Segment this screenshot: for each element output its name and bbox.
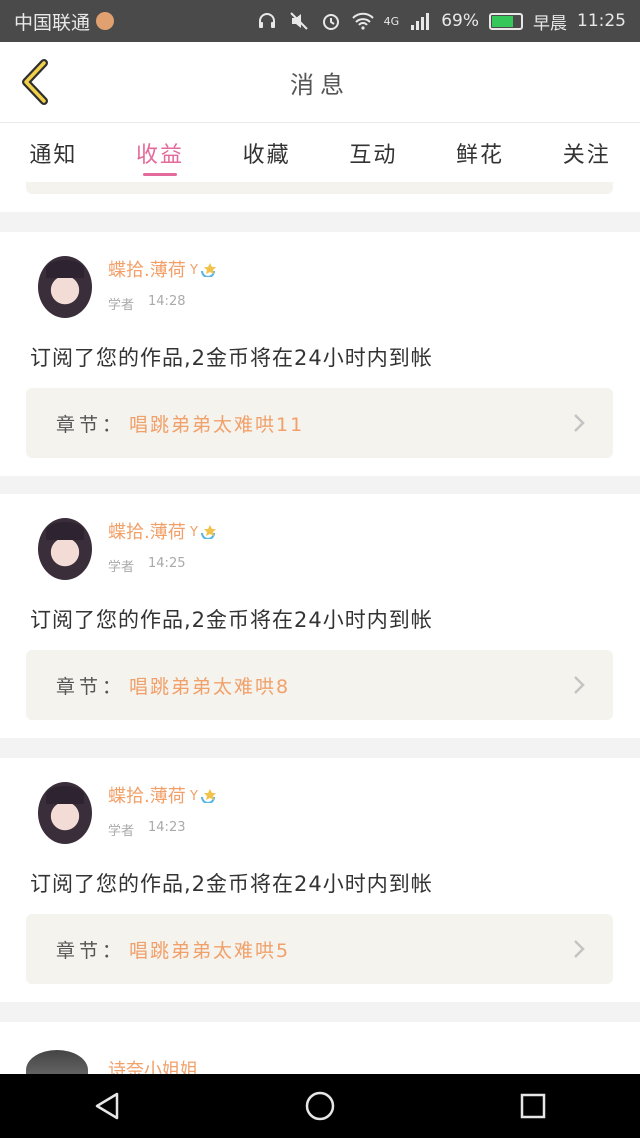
chapter-link[interactable]: 章节： 唱跳弟弟太难哄11 [26,388,613,458]
status-icons: 4G 69% 早晨 11:25 [256,9,626,34]
chevron-right-icon [574,940,585,958]
username[interactable]: 蝶拾.薄荷 [108,782,186,808]
time-prefix: 早晨 [533,13,567,34]
tab-earnings[interactable]: 收益 [107,123,214,182]
username[interactable]: 蝶拾.薄荷 [108,256,186,282]
page-title: 消息 [290,70,350,99]
avatar[interactable] [26,1050,88,1074]
chapter-title: 唱跳弟弟太难哄5 [129,939,291,962]
chapter-box-remnant [26,182,613,194]
nav-home-button[interactable] [300,1086,340,1126]
chapter-label: 章节： [56,939,126,962]
previous-card-remnant [0,182,640,212]
message-sub: 学者 14:28 [108,294,224,313]
tab-notifications[interactable]: 通知 [0,123,107,182]
vip-badge-icon: Y [190,787,224,803]
avatar[interactable] [38,782,92,844]
headphone-icon [256,10,278,32]
list-item: 蝶拾.薄荷 Y 学者 14:28 订阅了您的作品,2金币将在24小时内到帐 章节… [0,232,640,476]
message-sub: 学者 14:23 [108,820,224,839]
chapter-link[interactable]: 章节： 唱跳弟弟太难哄8 [26,650,613,720]
chapter-link[interactable]: 章节： 唱跳弟弟太难哄5 [26,914,613,984]
tab-label: 通知 [29,142,78,168]
vip-badge-icon: Y [190,523,224,539]
username[interactable]: 蝶拾.薄荷 [108,518,186,544]
triangle-back-icon [95,1092,118,1120]
square-recents-icon [521,1093,546,1119]
tab-follows[interactable]: 关注 [533,123,640,182]
message-text: 订阅了您的作品,2金币将在24小时内到帐 [30,608,433,632]
user-meta: 蝶拾.薄荷 Y 学者 14:23 [108,782,224,839]
chapter-label: 章节： [56,413,126,436]
user-meta: 蝶拾.薄荷 Y 学者 14:28 [108,256,224,313]
user-role: 学者 [108,560,135,575]
carrier-name: 中国联通 [14,11,91,34]
message-header: 蝶拾.薄荷 Y 学者 14:23 [38,782,224,844]
user-meta: 蝶拾.薄荷 Y 学者 14:25 [108,518,224,575]
mute-icon [288,10,310,32]
system-nav-bar [0,1074,640,1138]
tab-flowers[interactable]: 鲜花 [427,123,534,182]
chevron-right-icon [574,414,585,432]
avatar[interactable] [38,518,92,580]
chevron-right-icon [574,676,585,694]
message-text: 订阅了您的作品,2金币将在24小时内到帐 [30,346,433,370]
tab-label: 关注 [562,142,611,168]
carrier-area: 中国联通 [14,8,256,35]
message-list[interactable]: 蝶拾.薄荷 Y 学者 14:28 订阅了您的作品,2金币将在24小时内到帐 章节… [0,182,640,1074]
svg-text:Y: Y [190,263,198,277]
tab-label: 收藏 [242,142,291,168]
nav-back-button[interactable] [87,1086,127,1126]
list-item: 蝶拾.薄荷 Y 学者 14:25 订阅了您的作品,2金币将在24小时内到帐 章节… [0,494,640,738]
message-text: 订阅了您的作品,2金币将在24小时内到帐 [30,872,433,896]
tab-label: 互动 [349,142,398,168]
chapter-label: 章节： [56,675,126,698]
tab-interactions[interactable]: 互动 [320,123,427,182]
battery-icon [489,12,523,30]
clock: 11:25 [577,11,626,31]
username-row: 蝶拾.薄荷 Y [108,782,224,808]
message-time: 14:25 [148,556,186,571]
svg-text:Y: Y [190,525,198,539]
list-item: 诗奈小姐姐 [0,1022,640,1074]
circle-home-icon [305,1091,335,1121]
message-header: 蝶拾.薄荷 Y 学者 14:28 [38,256,224,318]
status-bar: 中国联通 4G 69% 早晨 11:25 [0,0,640,42]
message-time: 14:28 [148,294,186,309]
chapter-title: 唱跳弟弟太难哄11 [129,413,305,436]
vip-badge-icon: Y [190,261,224,277]
user-role: 学者 [108,298,135,313]
back-button[interactable] [14,58,54,106]
message-time: 14:23 [148,820,186,835]
app-header: 消息 [0,42,640,122]
wifi-icon [351,10,374,32]
username[interactable]: 诗奈小姐姐 [108,1056,198,1074]
list-item: 蝶拾.薄荷 Y 学者 14:23 订阅了您的作品,2金币将在24小时内到帐 章节… [0,758,640,1002]
tab-label: 收益 [136,142,185,168]
tab-favorites[interactable]: 收藏 [213,123,320,182]
message-sub: 学者 14:25 [108,556,224,575]
network-type: 4G [383,14,400,28]
alarm-icon [320,10,342,32]
svg-text:Y: Y [190,789,198,803]
active-tab-indicator [143,173,177,176]
username-row: 蝶拾.薄荷 Y [108,256,224,282]
signal-icon [409,10,431,32]
user-role: 学者 [108,824,135,839]
app-notification-icon [96,12,115,30]
chevron-left-icon [22,59,48,105]
username-row: 蝶拾.薄荷 Y [108,518,224,544]
tab-bar: 通知 收益 收藏 互动 鲜花 关注 [0,122,640,182]
nav-recents-button[interactable] [513,1086,553,1126]
tab-label: 鲜花 [456,142,505,168]
chapter-title: 唱跳弟弟太难哄8 [129,675,291,698]
message-header: 蝶拾.薄荷 Y 学者 14:25 [38,518,224,580]
avatar[interactable] [38,256,92,318]
battery-percent: 69% [441,11,479,31]
